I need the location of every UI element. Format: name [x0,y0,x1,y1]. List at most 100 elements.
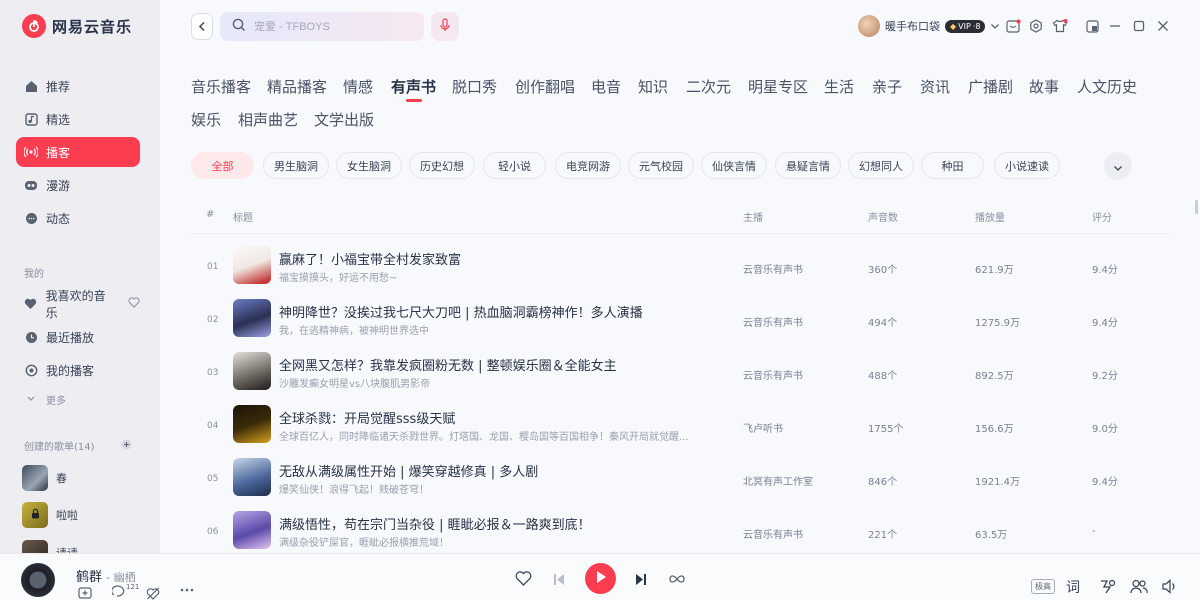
table-row[interactable]: 02 神明降世？没挨过我七尺大刀吧 | 热血脑洞霸榜神作！多人演播 我，在逃精神… [191,293,1171,346]
row-cover[interactable] [233,299,271,337]
maximize-icon[interactable] [1131,18,1147,34]
chip-filter[interactable]: 小说速读 [994,152,1060,179]
minimize-icon[interactable] [1107,18,1123,34]
tab-audiobook[interactable]: 有声书 [391,76,436,102]
row-title[interactable]: 满级悟性，苟在宗门当杂役 | 睚眦必报＆一路爽到底！ [279,514,719,533]
tab-radio-drama[interactable]: 广播剧 [968,76,1013,97]
like-heart-icon[interactable] [515,571,532,586]
row-host[interactable]: 北冥有声工作室 [743,473,813,488]
nav-item-feed[interactable]: 动态 [16,203,140,233]
quality-badge[interactable]: 极高 [1031,579,1055,594]
row-host[interactable]: 云音乐有声书 [743,367,803,382]
table-row[interactable]: 03 全网黑又怎样？我靠发疯圈粉无数 | 整顿娱乐圈＆全能女主 沙雕发癫女明星v… [191,346,1171,399]
previous-track-icon[interactable] [553,573,565,586]
table-row[interactable]: 06 满级悟性，苟在宗门当杂役 | 睚眦必报＆一路爽到底！ 满级杂役铲屎官，睚眦… [191,505,1171,558]
tab-knowledge[interactable]: 知识 [638,76,668,97]
expand-chips-button[interactable] [1104,152,1132,180]
message-icon[interactable] [1005,18,1021,34]
no-like-icon[interactable] [146,587,160,600]
scrollbar[interactable] [1195,200,1198,214]
voice-search-button[interactable] [431,12,459,41]
tab-talkshow[interactable]: 脱口秀 [452,76,497,97]
listen-together-icon[interactable] [1130,579,1148,594]
row-cover[interactable] [233,405,271,443]
tab-story[interactable]: 故事 [1029,76,1059,97]
sound-effect-icon[interactable] [1099,579,1116,594]
nav-item-recent[interactable]: 最近播放 [16,322,140,352]
add-to-playlist-icon[interactable] [78,587,92,599]
nav-item-my-podcast[interactable]: 我的播客 [16,355,140,385]
tab-emotion[interactable]: 情感 [343,76,373,97]
nav-item-roam[interactable]: 漫游 [16,170,140,200]
chip-filter[interactable]: 悬疑言情 [775,152,841,179]
playlist-item[interactable]: 请请 [22,540,78,553]
row-host[interactable]: 飞卢听书 [743,420,783,435]
play-button[interactable] [585,563,616,594]
search-box[interactable] [220,12,424,41]
nav-item-podcast[interactable]: 播客 [16,137,140,167]
row-title[interactable]: 神明降世？没挨过我七尺大刀吧 | 热血脑洞霸榜神作！多人演播 [279,302,719,321]
tab-life[interactable]: 生活 [824,76,854,97]
nav-item-recommend[interactable]: 推荐 [16,71,140,101]
playlist-item[interactable]: 啦啦 [22,502,78,528]
chip-filter[interactable]: 电竞网游 [555,152,621,179]
tab-news[interactable]: 资讯 [920,76,950,97]
chip-filter[interactable]: 历史幻想 [409,152,475,179]
tab-parenting[interactable]: 亲子 [872,76,902,97]
tab-humanities[interactable]: 人文历史 [1077,76,1137,97]
chip-filter[interactable]: 幻想同人 [848,152,914,179]
row-host[interactable]: 云音乐有声书 [743,526,803,541]
row-cover[interactable] [233,352,271,390]
row-cover[interactable] [233,511,271,549]
table-row[interactable]: 01 赢麻了！小福宝带全村发家致富 福宝摸摸头，好运不用愁~ 云音乐有声书 36… [191,240,1171,293]
tab-cover[interactable]: 创作翻唱 [515,76,575,97]
app-logo[interactable]: 网易云音乐 [22,14,132,38]
tab-premium-podcast[interactable]: 精品播客 [267,76,327,97]
close-icon[interactable] [1155,18,1171,34]
row-title[interactable]: 赢麻了！小福宝带全村发家致富 [279,249,719,268]
nav-item-liked-music[interactable]: 我喜欢的音乐 [16,289,140,320]
row-cover[interactable] [233,246,271,284]
row-title[interactable]: 全网黑又怎样？我靠发疯圈粉无数 | 整顿娱乐圈＆全能女主 [279,355,719,374]
tab-entertainment[interactable]: 娱乐 [191,109,221,130]
nav-item-featured[interactable]: 精选 [16,104,140,134]
row-title[interactable]: 全球杀戮：开局觉醒sss级天赋 [279,408,719,427]
lyrics-button[interactable]: 词 [1066,577,1080,597]
sidebar: 网易云音乐 推荐 精选 播客 漫游 动态 我的 我喜欢的音乐 最近播放 我的播客… [0,0,160,553]
tab-music-podcast[interactable]: 音乐播客 [191,76,251,97]
chip-filter[interactable]: 仙侠言情 [701,152,767,179]
row-title[interactable]: 无敌从满级属性开始 | 爆笑穿越修真 | 多人剧 [279,461,719,480]
skin-icon[interactable] [1052,18,1068,34]
tab-acg[interactable]: 二次元 [686,76,731,97]
mini-mode-icon[interactable] [1084,18,1100,34]
now-playing-cover[interactable] [21,563,55,597]
nav-more[interactable]: 更多 [16,384,140,414]
chip-filter[interactable]: 轻小说 [483,152,546,179]
playlist-item[interactable]: 春 [22,465,67,491]
heartbeat-mode-icon[interactable] [128,297,140,311]
next-track-icon[interactable] [635,573,647,586]
chip-filter[interactable]: 女生脑洞 [336,152,402,179]
tab-celebrity[interactable]: 明星专区 [748,76,808,97]
chip-filter[interactable]: 男生脑洞 [263,152,329,179]
table-row[interactable]: 04 全球杀戮：开局觉醒sss级天赋 全球百亿人，同时降临诸天杀戮世界。灯塔国、… [191,399,1171,452]
settings-icon[interactable] [1028,18,1044,34]
chip-all[interactable]: 全部 [191,152,254,179]
loop-mode-icon[interactable] [668,574,686,584]
chip-filter[interactable]: 元气校园 [628,152,694,179]
tab-literature[interactable]: 文学出版 [314,109,374,130]
search-input[interactable] [254,20,404,33]
add-playlist-icon[interactable] [121,439,132,453]
back-button[interactable] [191,13,213,40]
more-options-icon[interactable] [180,588,194,592]
user-profile[interactable]: 暖手布口袋 ◆ VIP ·8 [858,15,1000,37]
chip-filter[interactable]: 种田 [921,152,984,179]
row-host[interactable]: 云音乐有声书 [743,314,803,329]
comment-icon[interactable]: 121 [112,583,139,597]
table-row[interactable]: 05 无敌从满级属性开始 | 爆笑穿越修真 | 多人剧 爆笑仙侠！浪得飞起！贱破… [191,452,1171,505]
row-host[interactable]: 云音乐有声书 [743,261,803,276]
tab-electronic[interactable]: 电音 [591,76,621,97]
tab-crosstalk[interactable]: 相声曲艺 [238,109,298,130]
volume-icon[interactable] [1162,579,1178,594]
row-cover[interactable] [233,458,271,496]
